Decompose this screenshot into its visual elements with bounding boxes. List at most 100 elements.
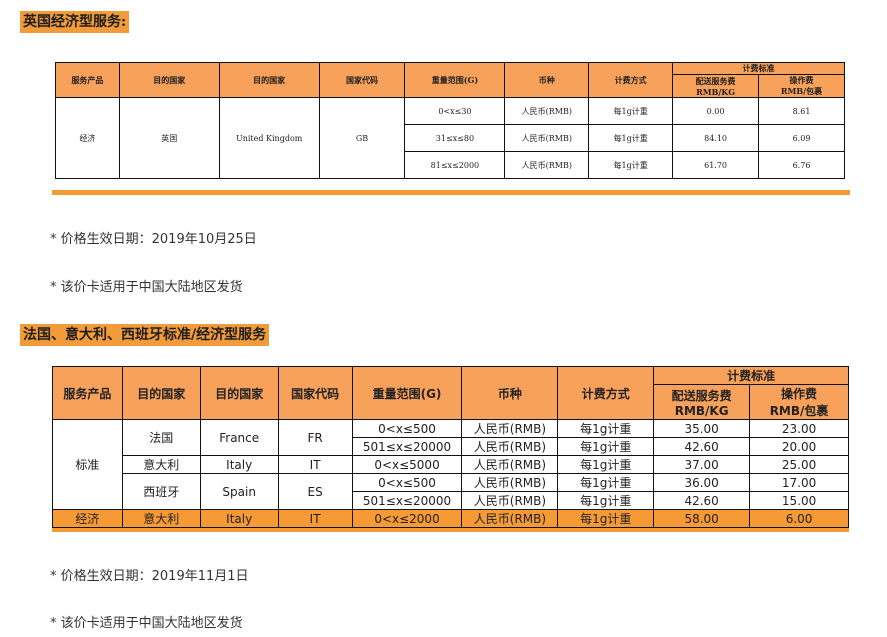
cell-delivery: 61.70 (672, 151, 760, 179)
delivery-fee-unit: RMB/KG (696, 86, 736, 97)
cell-weight: 501≤x≤20000 (351, 491, 463, 510)
section2-effective-date: * 价格生效日期：2019年11月1日 (50, 569, 249, 584)
section1-scope-note: * 该价卡适用于中国大陆地区发货 (50, 280, 243, 295)
cell-dest-en: United Kingdom (218, 97, 320, 179)
cell-currency: 人民币(RMB) (461, 455, 559, 474)
cell-currency: 人民币(RMB) (461, 437, 559, 456)
cell-dest-cn: 英国 (118, 97, 220, 179)
cell-delivery: 35.00 (653, 419, 751, 438)
cell-billing: 每1g计重 (588, 124, 674, 152)
cell-weight: 81≤x≤2000 (404, 151, 506, 179)
cell-handling: 17.00 (749, 473, 849, 492)
cell-handling: 15.00 (749, 491, 849, 510)
cell-code: ES (277, 473, 353, 510)
header-handling-fee: 操作费 RMB/包裹 (749, 384, 849, 420)
cell-currency: 人民币(RMB) (461, 419, 559, 438)
cell-delivery: 42.60 (653, 491, 751, 510)
cell-billing: 每1g计重 (588, 97, 674, 125)
header-product: 服务产品 (55, 62, 120, 98)
cell-billing: 每1g计重 (588, 151, 674, 179)
cell-handling: 8.61 (758, 97, 845, 125)
cell-billing: 每1g计重 (557, 455, 655, 474)
section1-effective-date: * 价格生效日期：2019年10月25日 (50, 232, 257, 247)
cell-code: IT (277, 509, 353, 528)
delivery-fee-label: 配送服务费 (695, 75, 736, 86)
header-currency: 币种 (461, 366, 559, 420)
header-standard: 计费标准 (653, 366, 849, 385)
cell-dest-en: Spain (199, 473, 279, 510)
cell-weight: 0<x≤5000 (351, 455, 463, 474)
cell-handling: 23.00 (749, 419, 849, 438)
section2-bottom-bar (52, 528, 849, 532)
cell-code: GB (318, 97, 406, 179)
cell-delivery: 58.00 (653, 509, 751, 528)
section2-scope-note: * 该价卡适用于中国大陆地区发货 (50, 616, 243, 631)
header-code: 国家代码 (277, 366, 353, 420)
header-delivery-fee: 配送服务费 RMB/KG (653, 384, 751, 420)
cell-billing: 每1g计重 (557, 491, 655, 510)
header-dest-cn: 目的国家 (121, 366, 201, 420)
header-weight: 重量范围(G) (404, 62, 506, 98)
cell-code: IT (277, 455, 353, 474)
cell-handling: 6.09 (758, 124, 845, 152)
delivery-fee-label: 配送服务费 (671, 388, 732, 403)
cell-delivery: 84.10 (672, 124, 760, 152)
header-weight: 重量范围(G) (351, 366, 463, 420)
eu-price-table: 服务产品 目的国家 目的国家 国家代码 重量范围(G) 币种 计费方式 计费标准… (52, 366, 849, 528)
header-billing: 计费方式 (557, 366, 655, 420)
cell-weight: 0<x≤2000 (351, 509, 463, 528)
cell-weight: 501≤x≤20000 (351, 437, 463, 456)
header-code: 国家代码 (318, 62, 406, 98)
handling-fee-unit: RMB/包裹 (780, 86, 823, 96)
cell-billing: 每1g计重 (557, 509, 655, 528)
handling-fee-label: 操作费 (781, 387, 818, 401)
header-billing: 计费方式 (588, 62, 674, 98)
header-dest-en: 目的国家 (199, 366, 279, 420)
header-handling-fee: 操作费 RMB/包裹 (758, 74, 845, 98)
cell-weight: 0<x≤500 (351, 473, 463, 492)
cell-dest-cn: 西班牙 (121, 473, 201, 510)
cell-currency: 人民币(RMB) (504, 97, 590, 125)
cell-dest-en: Italy (199, 509, 279, 528)
cell-delivery: 0.00 (672, 97, 760, 125)
cell-currency: 人民币(RMB) (461, 473, 559, 492)
cell-product: 经济 (55, 97, 120, 179)
cell-billing: 每1g计重 (557, 473, 655, 492)
handling-fee-label: 操作费 (789, 75, 814, 85)
cell-product-economy: 经济 (52, 509, 123, 528)
header-delivery-fee: 配送服务费 RMB/KG (672, 74, 760, 98)
table-row: 意大利 Italy IT 0<x≤5000 人民币(RMB) 每1g计重 37.… (53, 455, 849, 474)
header-dest-cn: 目的国家 (118, 62, 220, 98)
cell-currency: 人民币(RMB) (504, 151, 590, 179)
cell-handling: 6.76 (758, 151, 845, 179)
header-product: 服务产品 (52, 366, 123, 420)
cell-currency: 人民币(RMB) (461, 491, 559, 510)
table-row: 经济 英国 United Kingdom GB 0<x≤30 人民币(RMB) … (55, 97, 845, 179)
cell-dest-en: Italy (199, 455, 279, 474)
cell-billing: 每1g计重 (557, 437, 655, 456)
cell-code: FR (277, 419, 353, 456)
cell-delivery: 37.00 (653, 455, 751, 474)
cell-product-standard: 标准 (52, 419, 123, 510)
cell-currency: 人民币(RMB) (461, 509, 559, 528)
cell-dest-cn: 意大利 (121, 509, 201, 528)
cell-handling: 20.00 (749, 437, 849, 456)
cell-dest-en: France (199, 419, 279, 456)
cell-currency: 人民币(RMB) (504, 124, 590, 152)
cell-dest-cn: 法国 (121, 419, 201, 456)
delivery-fee-unit: RMB/KG (674, 403, 729, 418)
cell-weight: 0<x≤30 (404, 97, 506, 125)
cell-delivery: 36.00 (653, 473, 751, 492)
section1-bottom-bar (52, 190, 850, 195)
cell-billing: 每1g计重 (557, 419, 655, 438)
cell-delivery: 42.60 (653, 437, 751, 456)
table-row-economy: 经济 意大利 Italy IT 0<x≤2000 人民币(RMB) 每1g计重 … (52, 509, 849, 528)
cell-handling: 6.00 (749, 509, 849, 528)
uk-price-table: 服务产品 目的国家 目的国家 国家代码 重量范围(G) 币种 计费方式 计费标准… (55, 62, 845, 179)
table-row: 标准 法国 France FR 0<x≤500 人民币(RMB) 每1g计重 3… (52, 419, 849, 510)
cell-weight: 0<x≤500 (351, 419, 463, 438)
cell-weight: 31≤x≤80 (404, 124, 506, 152)
header-standard: 计费标准 (672, 62, 845, 75)
header-currency: 币种 (504, 62, 590, 98)
header-dest-en: 目的国家 (218, 62, 320, 98)
